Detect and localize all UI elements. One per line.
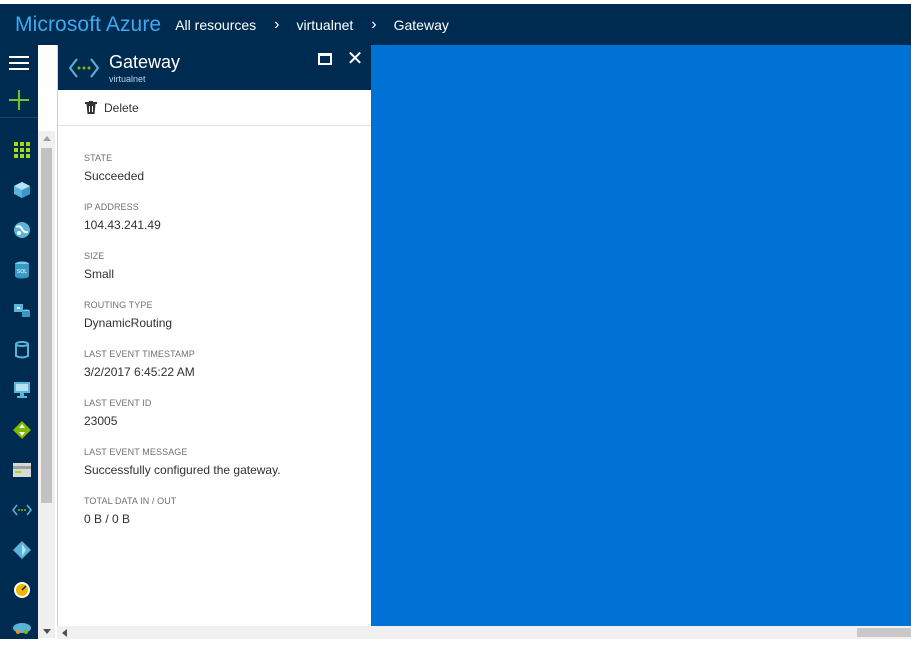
new-plus-icon bbox=[9, 90, 29, 110]
property-label: LAST EVENT TIMESTAMP bbox=[84, 349, 195, 359]
window-bottom-edge bbox=[0, 639, 911, 645]
property-label: STATE bbox=[84, 153, 113, 163]
property-state: STATE Succeeded bbox=[84, 150, 371, 199]
property-value: 3/2/2017 6:45:22 AM bbox=[84, 365, 195, 379]
sidebar-divider bbox=[0, 117, 38, 118]
blade-title: Gateway bbox=[109, 52, 181, 72]
breadcrumb-chevron-icon: › bbox=[274, 15, 280, 33]
property-label: LAST EVENT ID bbox=[84, 398, 152, 408]
property-size: SIZE Small bbox=[84, 248, 371, 297]
property-last-event-message: LAST EVENT MESSAGE Successfully configur… bbox=[84, 444, 371, 493]
svg-text:SQL: SQL bbox=[17, 269, 27, 275]
blade-header: Gateway virtualnet ✕ bbox=[58, 45, 371, 90]
azure-ad-icon[interactable] bbox=[11, 540, 33, 560]
scrollbar-thumb[interactable] bbox=[41, 148, 52, 503]
brand-logo[interactable]: Microsoft Azure bbox=[0, 13, 175, 37]
sql-databases-icon[interactable]: SQL bbox=[11, 260, 33, 280]
scroll-up-arrow-icon[interactable] bbox=[43, 136, 51, 141]
gateway-blade: Gateway virtualnet ✕ Delete STATE Succee… bbox=[57, 45, 371, 626]
property-total-data: TOTAL DATA IN / OUT 0 B / 0 B bbox=[84, 493, 371, 542]
storage-accounts-icon[interactable] bbox=[11, 460, 33, 480]
gateway-properties: STATE Succeeded IP ADDRESS 104.43.241.49… bbox=[58, 126, 371, 542]
scroll-left-arrow-icon[interactable] bbox=[62, 629, 67, 637]
property-ip-address: IP ADDRESS 104.43.241.49 bbox=[84, 199, 371, 248]
load-balancers-icon[interactable] bbox=[11, 420, 33, 440]
property-label: ROUTING TYPE bbox=[84, 300, 153, 310]
delete-label: Delete bbox=[104, 100, 139, 115]
sidebar: SQL bbox=[0, 45, 38, 645]
hamburger-menu-button[interactable] bbox=[0, 45, 38, 81]
command-bar: Delete bbox=[58, 90, 371, 126]
maximize-blade-button[interactable] bbox=[318, 53, 332, 65]
property-last-event-id: LAST EVENT ID 23005 bbox=[84, 395, 371, 444]
virtual-machines-monitor-icon[interactable] bbox=[11, 380, 33, 400]
property-value: 0 B / 0 B bbox=[84, 512, 131, 526]
breadcrumb-all-resources[interactable]: All resources bbox=[175, 17, 256, 33]
monitor-gauge-icon[interactable] bbox=[11, 580, 33, 600]
property-label: SIZE bbox=[84, 251, 105, 261]
blade-subtitle: virtualnet bbox=[109, 74, 146, 84]
virtual-machines-classic-icon[interactable] bbox=[11, 300, 33, 320]
breadcrumb-virtualnet[interactable]: virtualnet bbox=[296, 17, 353, 33]
property-value: Succeeded bbox=[84, 169, 145, 183]
breadcrumb-chevron-icon: › bbox=[371, 15, 377, 33]
property-label: TOTAL DATA IN / OUT bbox=[84, 496, 177, 506]
delete-button[interactable]: Delete bbox=[85, 101, 139, 115]
property-value: 104.43.241.49 bbox=[84, 218, 161, 232]
virtual-networks-icon[interactable] bbox=[11, 500, 33, 520]
scrollbar-thumb[interactable] bbox=[857, 628, 911, 637]
hamburger-menu-icon bbox=[9, 56, 29, 70]
new-resource-button[interactable] bbox=[0, 82, 38, 118]
property-value: Successfully configured the gateway. bbox=[84, 463, 281, 477]
top-bar: Microsoft Azure All resources › virtualn… bbox=[0, 4, 911, 45]
property-label: LAST EVENT MESSAGE bbox=[84, 447, 188, 457]
virtual-network-gateway-icon bbox=[68, 58, 100, 78]
sidebar-scrollbar[interactable] bbox=[38, 131, 55, 638]
storage-cylinder-icon[interactable] bbox=[11, 340, 33, 360]
property-value: DynamicRouting bbox=[84, 316, 173, 330]
scroll-down-arrow-icon[interactable] bbox=[43, 629, 51, 634]
breadcrumb-gateway[interactable]: Gateway bbox=[394, 17, 449, 33]
property-value: 23005 bbox=[84, 414, 118, 428]
dashboard-grid-icon[interactable] bbox=[11, 140, 33, 160]
cloud-services-icon[interactable] bbox=[11, 618, 33, 638]
horizontal-scrollbar[interactable] bbox=[57, 626, 911, 639]
trash-icon bbox=[85, 101, 97, 114]
journey-canvas bbox=[371, 45, 911, 626]
resource-groups-cube-icon[interactable] bbox=[11, 180, 33, 200]
property-routing-type: ROUTING TYPE DynamicRouting bbox=[84, 297, 371, 346]
app-services-globe-icon[interactable] bbox=[11, 220, 33, 240]
close-blade-button[interactable]: ✕ bbox=[345, 49, 365, 69]
property-label: IP ADDRESS bbox=[84, 202, 139, 212]
property-last-event-timestamp: LAST EVENT TIMESTAMP 3/2/2017 6:45:22 AM bbox=[84, 346, 371, 395]
property-value: Small bbox=[84, 267, 115, 281]
